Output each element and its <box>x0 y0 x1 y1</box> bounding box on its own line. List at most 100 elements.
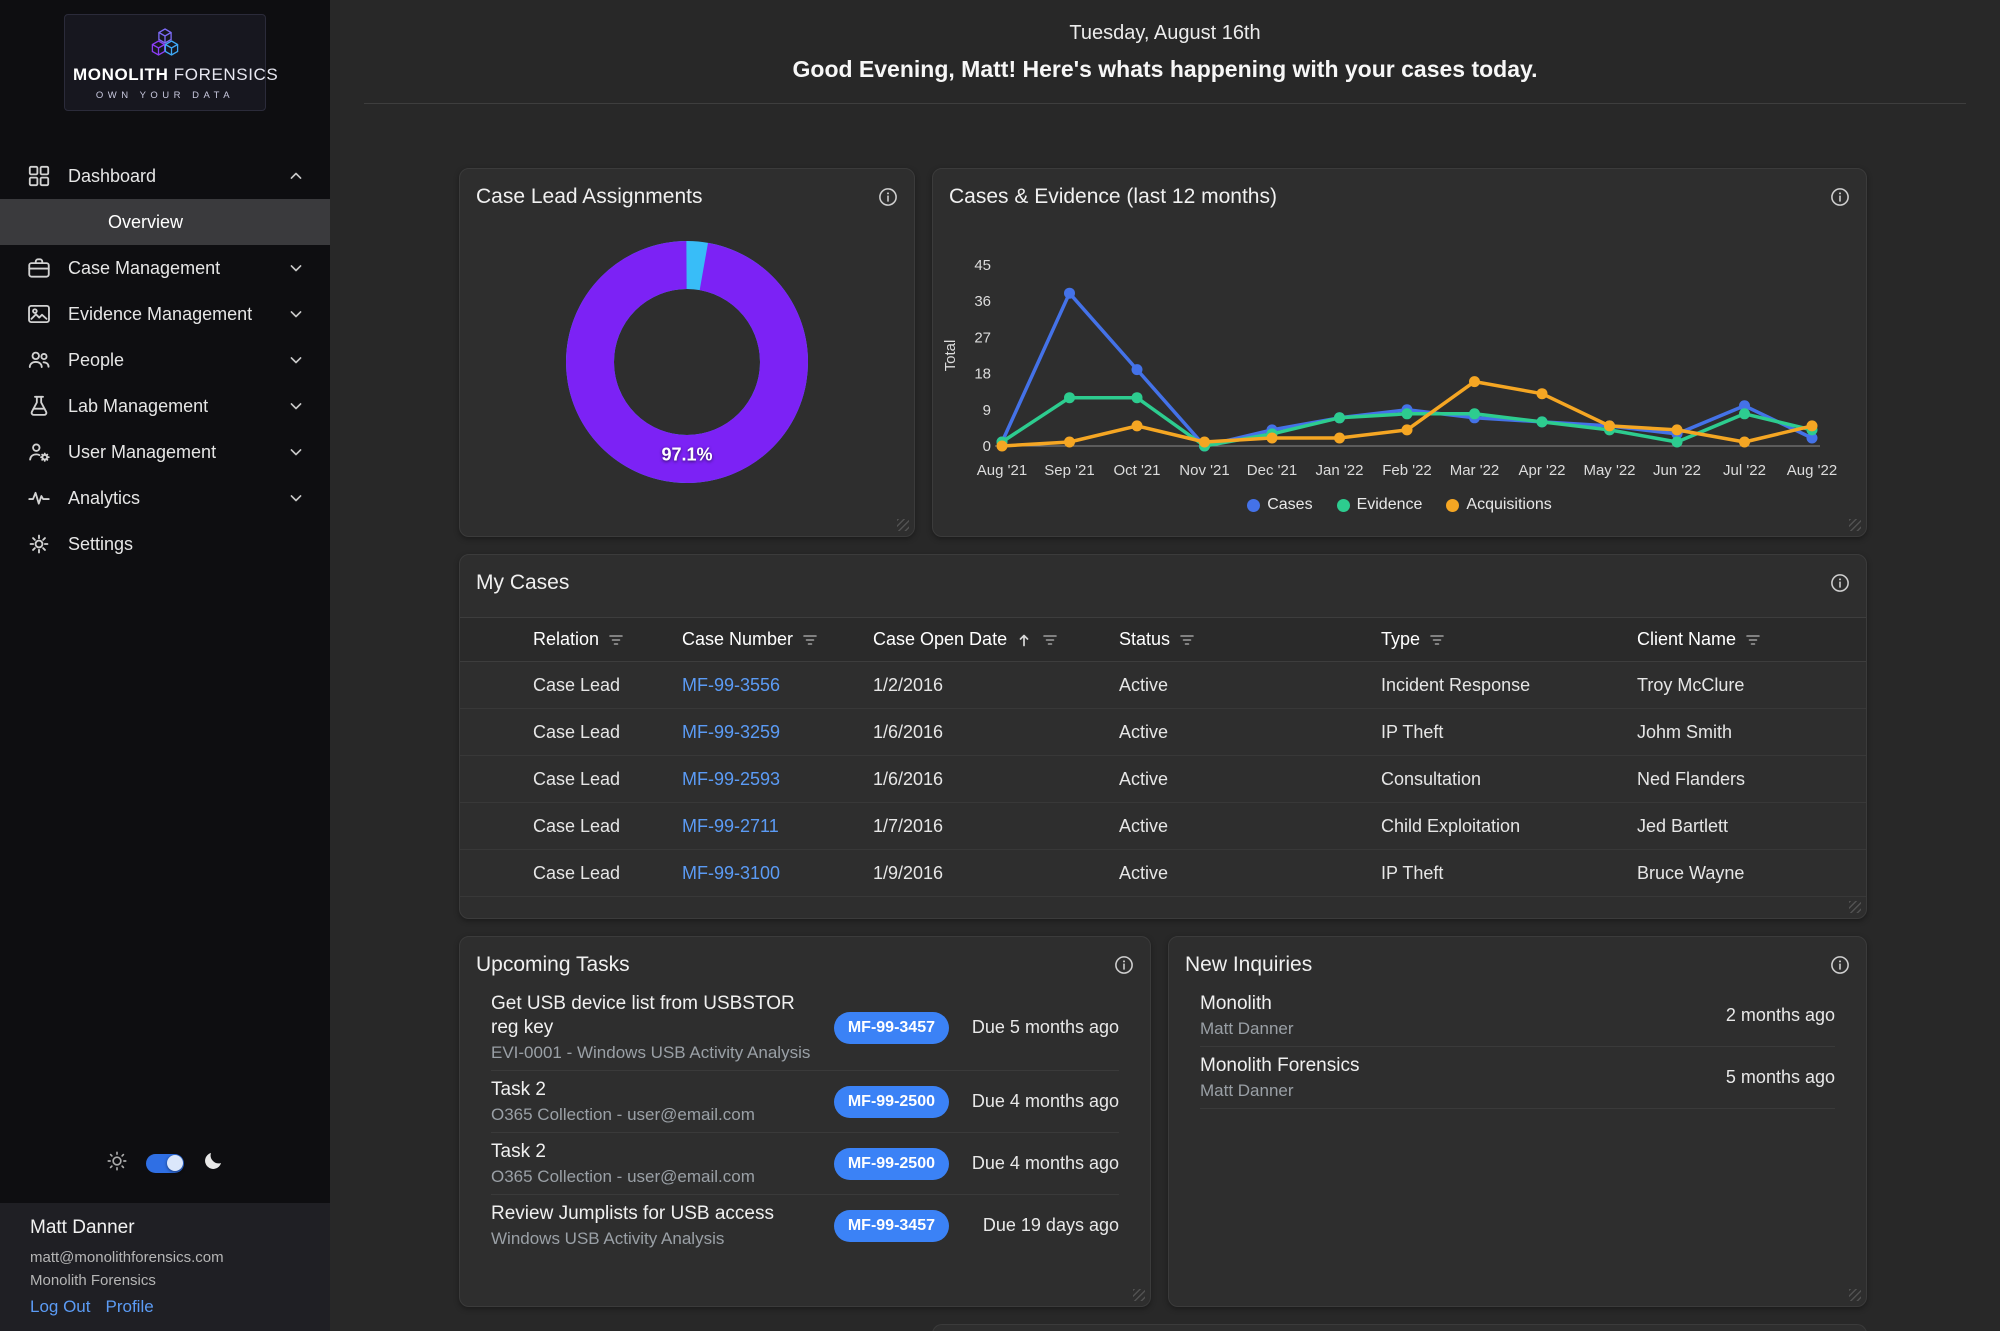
filter-icon[interactable] <box>1041 631 1059 649</box>
info-icon[interactable] <box>1114 955 1134 975</box>
legend-dot-evidence <box>1337 499 1350 512</box>
filter-icon[interactable] <box>1744 631 1762 649</box>
svg-text:May '22: May '22 <box>1583 462 1635 479</box>
gear-icon <box>26 531 52 557</box>
case-badge[interactable]: MF-99-3457 <box>834 1012 949 1044</box>
card-title: Upcoming Tasks <box>476 953 630 977</box>
logout-link[interactable]: Log Out <box>30 1297 91 1317</box>
sidebar-item-lab-management[interactable]: Lab Management <box>0 383 330 429</box>
case-number-link[interactable]: MF-99-3556 <box>682 675 873 696</box>
grid-icon <box>26 163 52 189</box>
app-root: MONOLITH FORENSICS OWN YOUR DATA Dashboa… <box>0 0 2000 1331</box>
logo-title: MONOLITH FORENSICS <box>73 65 257 85</box>
svg-text:Dec '21: Dec '21 <box>1247 462 1297 479</box>
card-title: New Inquiries <box>1185 953 1312 977</box>
svg-text:45: 45 <box>974 257 991 274</box>
case-number-link[interactable]: MF-99-3259 <box>682 722 873 743</box>
info-icon[interactable] <box>878 187 898 207</box>
svg-text:27: 27 <box>974 329 991 346</box>
inquiry-time: 5 months ago <box>1726 1067 1835 1088</box>
chevron-down-icon <box>286 304 306 324</box>
case-badge[interactable]: MF-99-2500 <box>834 1086 949 1118</box>
svg-text:36: 36 <box>974 293 991 310</box>
chevron-down-icon <box>286 258 306 278</box>
user-profile-block: Matt Danner matt@monolithforensics.com M… <box>0 1203 330 1331</box>
case-lead-assignments-card: Case Lead Assignments 97.1% <box>459 168 915 537</box>
table-row: Case Lead MF-99-3100 1/9/2016 Active IP … <box>460 850 1866 897</box>
filter-icon[interactable] <box>607 631 625 649</box>
case-number-link[interactable]: MF-99-2711 <box>682 816 873 837</box>
chevron-down-icon <box>286 350 306 370</box>
case-badge[interactable]: MF-99-3457 <box>834 1210 949 1242</box>
svg-text:Aug '22: Aug '22 <box>1787 462 1837 479</box>
task-list-item: Review Jumplists for USB accessWindows U… <box>491 1195 1119 1256</box>
header-greeting: Good Evening, Matt! Here's whats happeni… <box>330 54 2000 84</box>
filter-icon[interactable] <box>1428 631 1446 649</box>
sidebar-item-people[interactable]: People <box>0 337 330 383</box>
case-number-link[interactable]: MF-99-2593 <box>682 769 873 790</box>
partial-card-below-fold <box>932 1324 1867 1331</box>
info-icon[interactable] <box>1830 187 1850 207</box>
case-number-link[interactable]: MF-99-3100 <box>682 863 873 884</box>
svg-text:Aug '21: Aug '21 <box>977 462 1027 479</box>
sort-asc-icon[interactable] <box>1015 631 1033 649</box>
info-icon[interactable] <box>1830 573 1850 593</box>
resize-grip-icon <box>1849 901 1861 913</box>
info-icon[interactable] <box>1830 955 1850 975</box>
resize-grip-icon <box>897 519 909 531</box>
chevron-up-icon <box>286 166 306 186</box>
legend-dot-cases <box>1247 499 1260 512</box>
sidebar-item-analytics[interactable]: Analytics <box>0 475 330 521</box>
sidebar-nav: Dashboard Overview Case Management Evide… <box>0 153 330 567</box>
sidebar-item-user-management[interactable]: User Management <box>0 429 330 475</box>
lists-row: Upcoming Tasks Get USB device list from … <box>459 936 1867 1307</box>
upcoming-tasks-card: Upcoming Tasks Get USB device list from … <box>459 936 1151 1307</box>
sidebar-item-overview[interactable]: Overview <box>0 199 330 245</box>
due-date: Due 19 days ago <box>949 1215 1119 1236</box>
monolith-cubes-icon <box>145 25 185 59</box>
card-title: Cases & Evidence (last 12 months) <box>949 185 1277 209</box>
evidence-media-icon <box>26 301 52 327</box>
chevron-down-icon <box>286 488 306 508</box>
svg-text:Apr '22: Apr '22 <box>1518 462 1565 479</box>
table-row: Case Lead MF-99-2711 1/7/2016 Active Chi… <box>460 803 1866 850</box>
filter-icon[interactable] <box>801 631 819 649</box>
flask-icon <box>26 393 52 419</box>
task-list-item: Task 2O365 Collection - user@email.com M… <box>491 1133 1119 1195</box>
cases-evidence-card: Cases & Evidence (last 12 months) 091827… <box>932 168 1867 537</box>
svg-text:Sep '21: Sep '21 <box>1044 462 1094 479</box>
main-content: Tuesday, August 16th Good Evening, Matt!… <box>330 0 2000 1331</box>
charts-row: Case Lead Assignments 97.1% Cases & Evid… <box>459 168 1867 537</box>
task-list-item: Get USB device list from USBSTOR reg key… <box>491 985 1119 1071</box>
donut-percentage-label: 97.1% <box>661 445 712 466</box>
sidebar-item-dashboard[interactable]: Dashboard <box>0 153 330 199</box>
svg-text:Total: Total <box>942 340 959 372</box>
case-badge[interactable]: MF-99-2500 <box>834 1148 949 1180</box>
header-date: Tuesday, August 16th <box>330 20 2000 46</box>
toggle-knob <box>167 1155 183 1171</box>
user-organization: Monolith Forensics <box>30 1269 300 1292</box>
table-row: Case Lead MF-99-2593 1/6/2016 Active Con… <box>460 756 1866 803</box>
sidebar-item-case-management[interactable]: Case Management <box>0 245 330 291</box>
page-header: Tuesday, August 16th Good Evening, Matt!… <box>330 0 2000 104</box>
card-title: Case Lead Assignments <box>476 185 702 209</box>
resize-grip-icon <box>1133 1289 1145 1301</box>
table-row: Case Lead MF-99-3556 1/2/2016 Active Inc… <box>460 662 1866 709</box>
theme-switcher <box>0 1150 330 1177</box>
profile-link[interactable]: Profile <box>106 1297 154 1317</box>
task-list-item: Task 2O365 Collection - user@email.com M… <box>491 1071 1119 1133</box>
analytics-pulse-icon <box>26 485 52 511</box>
new-inquiries-card: New Inquiries MonolithMatt Danner 2 mont… <box>1168 936 1867 1307</box>
user-name: Matt Danner <box>30 1217 300 1239</box>
resize-grip-icon <box>1849 1289 1861 1301</box>
due-date: Due 4 months ago <box>949 1091 1119 1112</box>
svg-text:Jul '22: Jul '22 <box>1723 462 1766 479</box>
sidebar-item-evidence-management[interactable]: Evidence Management <box>0 291 330 337</box>
inquiry-list-item: Monolith ForensicsMatt Danner 5 months a… <box>1200 1047 1835 1109</box>
dark-mode-toggle[interactable] <box>146 1154 184 1173</box>
due-date: Due 5 months ago <box>949 1017 1119 1038</box>
filter-icon[interactable] <box>1178 631 1196 649</box>
dashboard-content: Case Lead Assignments 97.1% Cases & Evid… <box>330 104 2000 1331</box>
my-cases-card: My Cases Relation Case Number Case Open … <box>459 554 1867 919</box>
sidebar-item-settings[interactable]: Settings <box>0 521 330 567</box>
